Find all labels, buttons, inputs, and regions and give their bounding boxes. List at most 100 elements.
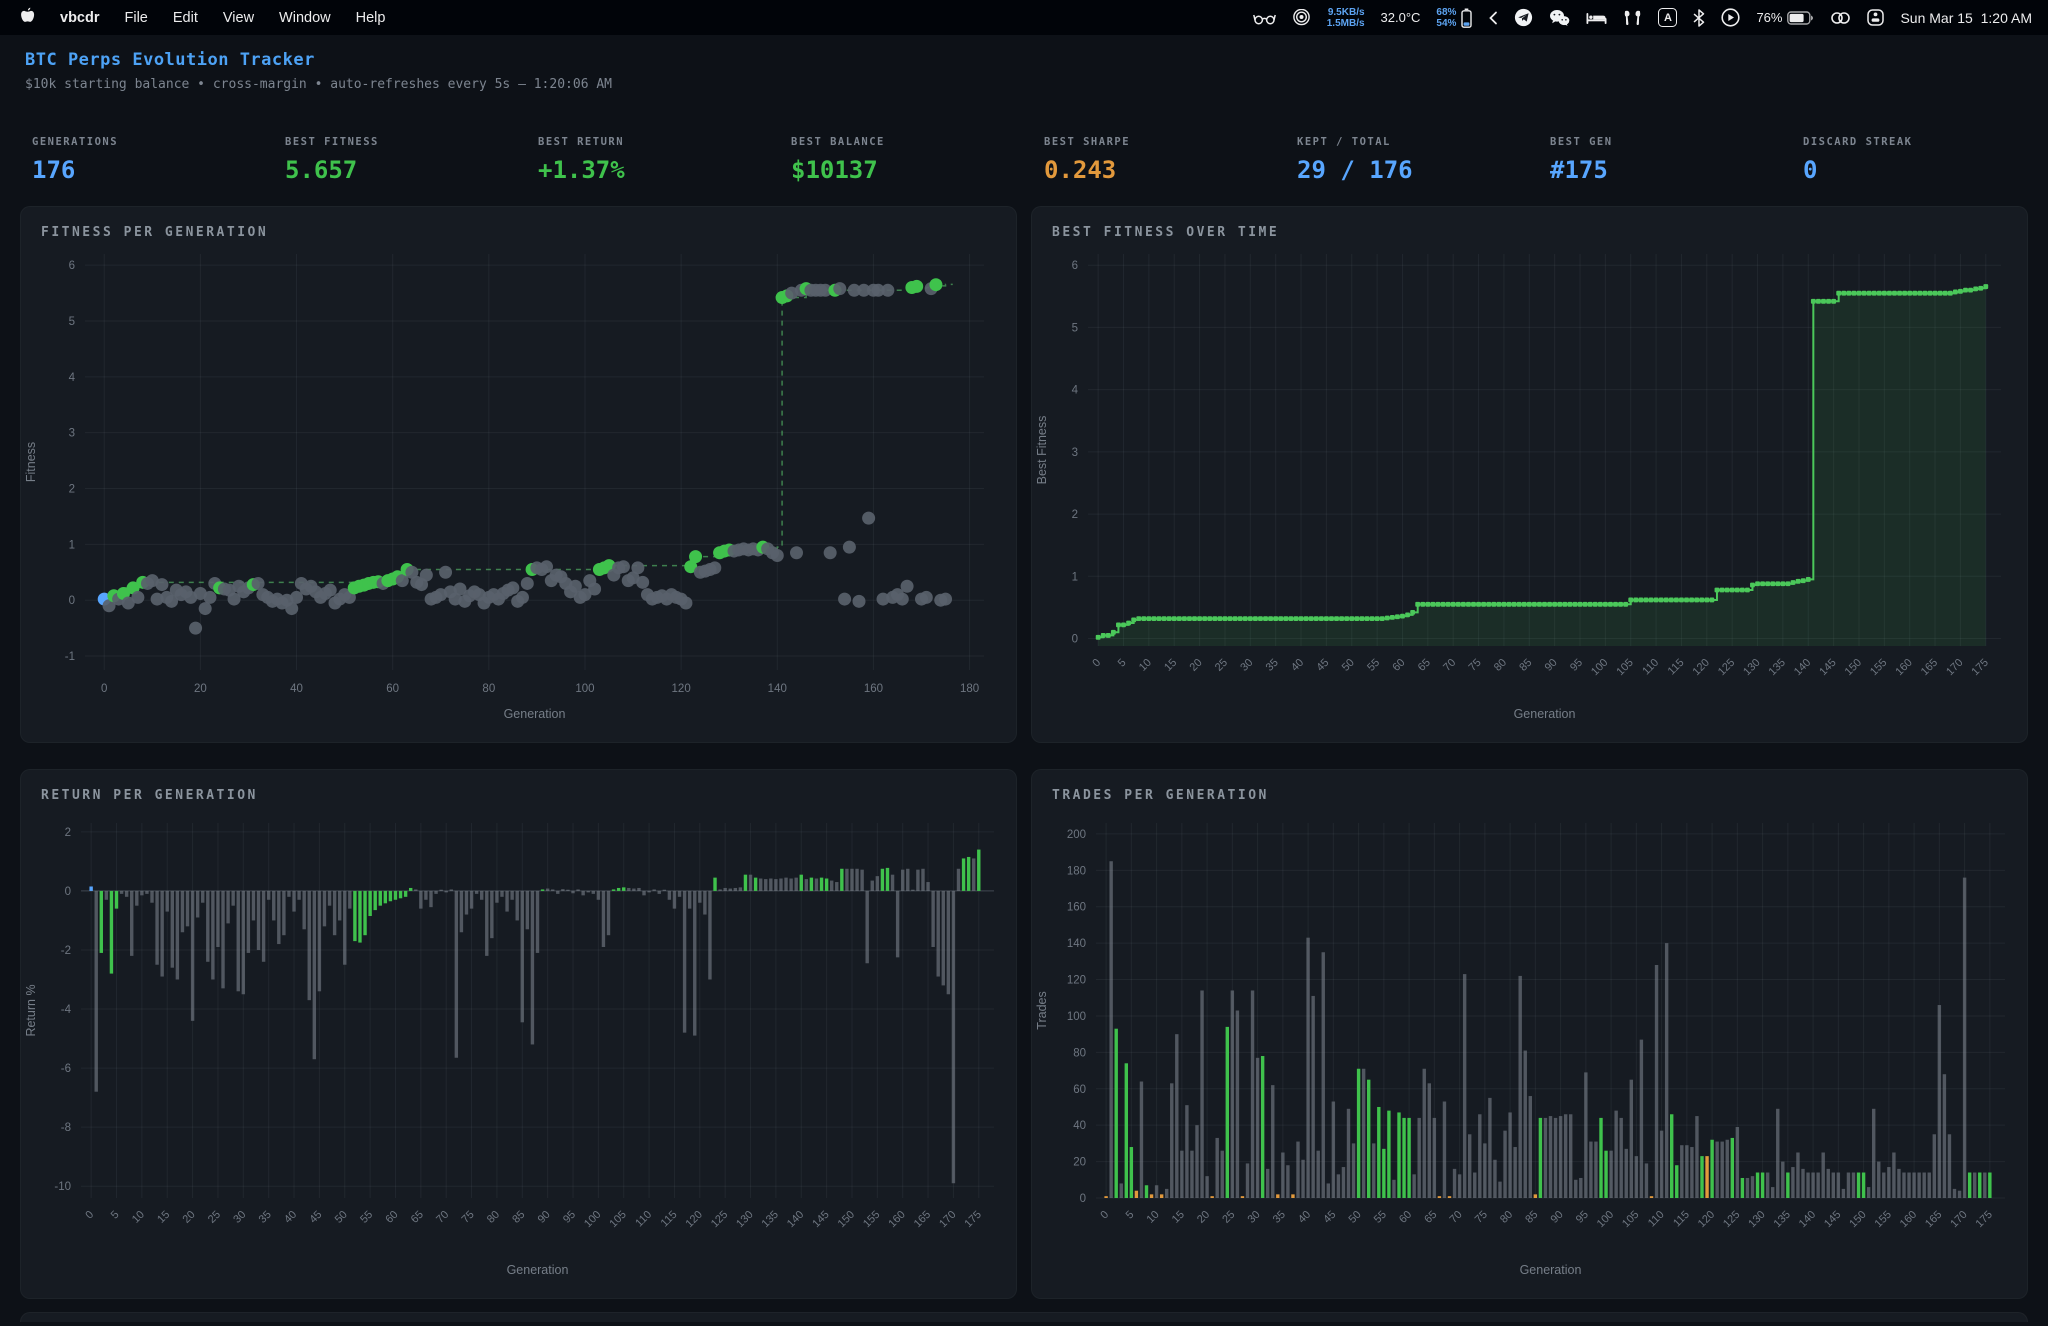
svg-text:85: 85 bbox=[1523, 1209, 1540, 1226]
airdrop-icon[interactable] bbox=[1292, 9, 1311, 26]
chart-best-fitness-over-time: BEST FITNESS OVER TIME 01234560510152025… bbox=[1031, 206, 2028, 743]
svg-text:100: 100 bbox=[1595, 1209, 1616, 1230]
clock-date: Sun Mar 15 bbox=[1900, 10, 1972, 26]
svg-text:125: 125 bbox=[1716, 657, 1737, 678]
svg-text:95: 95 bbox=[1574, 1209, 1591, 1226]
svg-text:75: 75 bbox=[1473, 1209, 1490, 1226]
svg-text:90: 90 bbox=[536, 1209, 553, 1226]
airpods-icon[interactable] bbox=[1623, 10, 1642, 26]
svg-text:120: 120 bbox=[1067, 975, 1086, 987]
svg-text:155: 155 bbox=[1868, 657, 1889, 678]
svg-text:160: 160 bbox=[1898, 1209, 1919, 1230]
stat-best-balance: BEST BALANCE $10137 bbox=[791, 136, 1044, 184]
svg-text:160: 160 bbox=[1893, 657, 1914, 678]
stat-label: BEST BALANCE bbox=[791, 136, 1044, 148]
svg-text:20: 20 bbox=[194, 683, 207, 695]
svg-text:0: 0 bbox=[1080, 1193, 1086, 1205]
svg-text:10: 10 bbox=[1137, 657, 1154, 674]
page-subtitle: $10k starting balance • cross-margin • a… bbox=[25, 77, 2048, 92]
menu-file[interactable]: File bbox=[125, 10, 148, 26]
svg-text:135: 135 bbox=[1767, 657, 1788, 678]
svg-text:60: 60 bbox=[383, 1209, 400, 1226]
percent-top: 68% bbox=[1436, 7, 1456, 18]
bed-icon[interactable] bbox=[1586, 10, 1607, 26]
play-circle-icon[interactable] bbox=[1721, 8, 1740, 27]
svg-text:2: 2 bbox=[69, 484, 75, 496]
svg-text:0: 0 bbox=[65, 886, 71, 898]
link-icon[interactable] bbox=[1830, 10, 1851, 26]
svg-text:150: 150 bbox=[836, 1209, 857, 1230]
dual-percent-indicator[interactable]: 68% 54% bbox=[1436, 7, 1472, 29]
svg-text:5: 5 bbox=[69, 316, 75, 328]
svg-text:100: 100 bbox=[575, 683, 594, 695]
menu-edit[interactable]: Edit bbox=[173, 10, 198, 26]
eyeglasses-icon[interactable] bbox=[1253, 10, 1276, 26]
svg-text:40: 40 bbox=[282, 1209, 299, 1226]
svg-text:70: 70 bbox=[434, 1209, 451, 1226]
svg-text:135: 135 bbox=[760, 1209, 781, 1230]
svg-text:2: 2 bbox=[65, 827, 71, 839]
svg-text:110: 110 bbox=[1646, 1209, 1667, 1230]
svg-text:-1: -1 bbox=[65, 651, 75, 663]
panel-title: FITNESS PER GENERATION bbox=[21, 207, 1016, 240]
input-source-icon[interactable]: A bbox=[1658, 8, 1677, 27]
wechat-icon[interactable] bbox=[1549, 9, 1570, 26]
svg-text:40: 40 bbox=[1289, 657, 1306, 674]
svg-text:175: 175 bbox=[1969, 657, 1990, 678]
svg-text:-4: -4 bbox=[61, 1004, 72, 1016]
svg-text:85: 85 bbox=[1517, 657, 1534, 674]
svg-text:105: 105 bbox=[1620, 1209, 1641, 1230]
charts-grid: FITNESS PER GENERATION -1012345602040608… bbox=[20, 206, 2028, 1299]
svg-text:-2: -2 bbox=[61, 945, 71, 957]
menu-help[interactable]: Help bbox=[356, 10, 386, 26]
svg-text:115: 115 bbox=[659, 1209, 680, 1230]
svg-text:Generation: Generation bbox=[1520, 1263, 1582, 1277]
app-menus: File Edit View Window Help bbox=[125, 10, 386, 26]
svg-text:Generation: Generation bbox=[504, 707, 566, 721]
chart-return-per-generation: RETURN PER GENERATION -10-8-6-4-20205101… bbox=[20, 769, 1017, 1299]
chart-trades-per-generation: TRADES PER GENERATION 020406080100120140… bbox=[1031, 769, 2028, 1299]
network-speed[interactable]: 9.5KB/s 1.5MB/s bbox=[1327, 7, 1365, 29]
svg-text:70: 70 bbox=[1441, 657, 1458, 674]
svg-text:5: 5 bbox=[109, 1209, 122, 1222]
svg-text:4: 4 bbox=[69, 372, 76, 384]
svg-text:15: 15 bbox=[155, 1209, 172, 1226]
svg-text:Trades: Trades bbox=[1035, 991, 1049, 1029]
svg-text:90: 90 bbox=[1543, 657, 1560, 674]
menu-view[interactable]: View bbox=[223, 10, 254, 26]
svg-text:95: 95 bbox=[561, 1209, 578, 1226]
stat-label: BEST SHARPE bbox=[1044, 136, 1297, 148]
svg-text:70: 70 bbox=[1448, 1209, 1465, 1226]
stat-value: $10137 bbox=[791, 156, 1044, 184]
svg-text:115: 115 bbox=[1671, 1209, 1692, 1230]
svg-text:120: 120 bbox=[1690, 657, 1711, 678]
stat-label: BEST RETURN bbox=[538, 136, 791, 148]
next-panel-top-edge bbox=[20, 1312, 2028, 1322]
battery-icon bbox=[1787, 11, 1814, 25]
temperature-reading[interactable]: 32.0°C bbox=[1381, 10, 1421, 25]
battery-indicator[interactable]: 76% bbox=[1756, 10, 1814, 25]
svg-text:Generation: Generation bbox=[507, 1263, 569, 1277]
svg-text:155: 155 bbox=[861, 1209, 882, 1230]
svg-text:4: 4 bbox=[1072, 385, 1079, 397]
svg-text:65: 65 bbox=[1422, 1209, 1439, 1226]
svg-text:80: 80 bbox=[482, 683, 495, 695]
control-center-icon[interactable] bbox=[1867, 9, 1884, 26]
telegram-icon[interactable] bbox=[1514, 8, 1533, 27]
svg-text:5: 5 bbox=[1124, 1209, 1137, 1222]
svg-text:0: 0 bbox=[1072, 634, 1078, 646]
svg-text:2: 2 bbox=[1072, 509, 1078, 521]
bluetooth-icon[interactable] bbox=[1693, 9, 1705, 27]
svg-text:120: 120 bbox=[683, 1209, 704, 1230]
battery-percent: 76% bbox=[1756, 10, 1782, 25]
svg-text:20: 20 bbox=[181, 1209, 198, 1226]
svg-text:140: 140 bbox=[785, 1209, 806, 1230]
svg-text:25: 25 bbox=[1213, 657, 1230, 674]
menu-window[interactable]: Window bbox=[279, 10, 331, 26]
chevron-left-icon[interactable] bbox=[1488, 10, 1498, 26]
menu-bar-clock[interactable]: Sun Mar 15 1:20 AM bbox=[1900, 10, 2032, 26]
svg-text:10: 10 bbox=[1145, 1209, 1162, 1226]
svg-text:180: 180 bbox=[1067, 865, 1086, 877]
apple-menu[interactable] bbox=[20, 7, 35, 29]
active-app-name[interactable]: vbcdr bbox=[60, 10, 100, 26]
